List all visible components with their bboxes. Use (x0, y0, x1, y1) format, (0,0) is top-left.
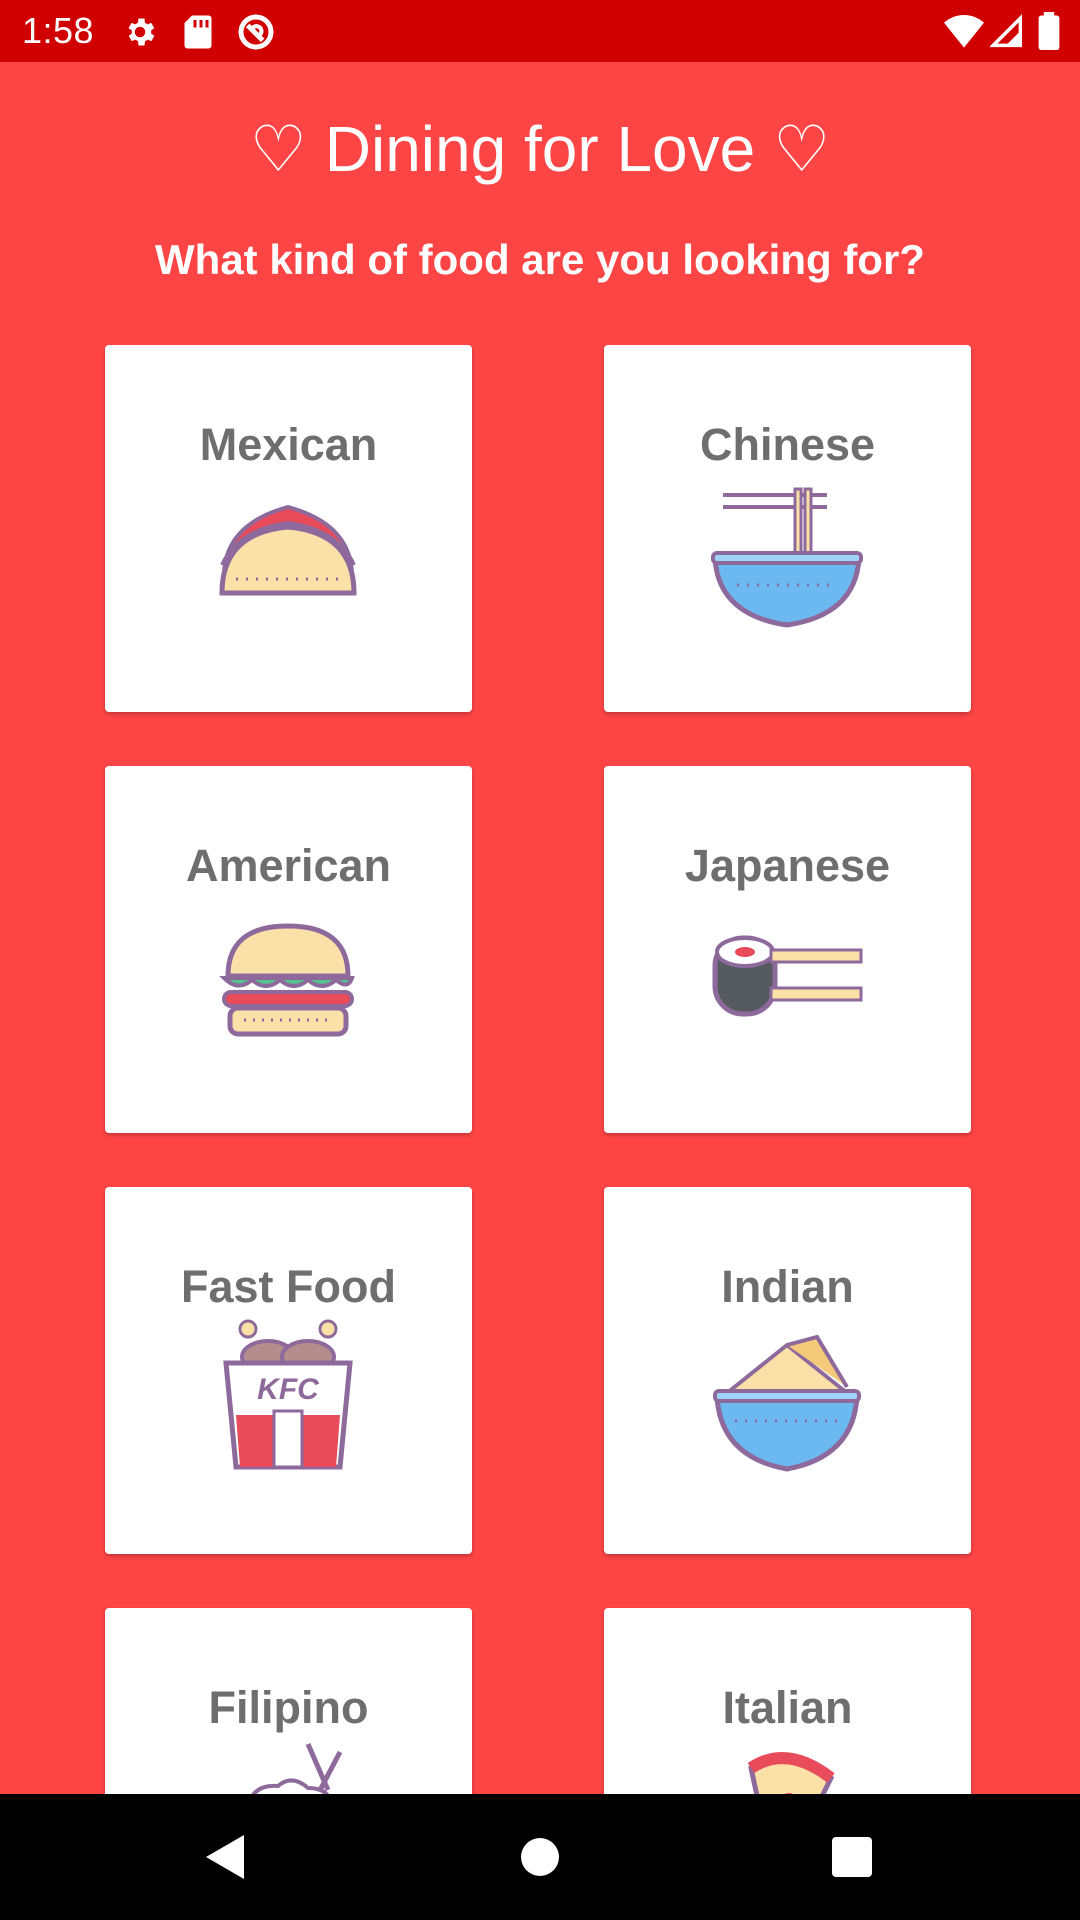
category-label: Mexican (199, 419, 378, 470)
category-label: Japanese (684, 840, 891, 891)
app-title: ♡ Dining for Love ♡ (249, 113, 831, 185)
category-card-japanese[interactable]: Japanese (604, 766, 971, 1133)
rice-bowl-icon (251, 1743, 343, 1794)
taco-icon (219, 504, 357, 596)
pizza-icon (747, 1752, 835, 1794)
category-card-fast-food[interactable]: Fast Food KFC (105, 1187, 472, 1554)
navigation-bar (0, 1794, 1080, 1920)
category-card-american[interactable]: American (105, 766, 472, 1133)
status-time: 1:58 (22, 10, 95, 51)
do-not-disturb-icon (238, 14, 274, 50)
battery-icon (1038, 12, 1060, 50)
category-card-filipino[interactable]: Filipino (105, 1608, 472, 1794)
cell-signal-icon (990, 14, 1022, 48)
curry-bowl-icon (713, 1334, 861, 1472)
fried-chicken-bucket-icon: KFC (223, 1319, 353, 1470)
status-bar: 1:58 (0, 0, 1080, 62)
category-label: Italian (722, 1682, 853, 1733)
sd-card-icon (184, 15, 212, 49)
home-icon[interactable] (510, 1827, 570, 1887)
category-card-indian[interactable]: Indian (604, 1187, 971, 1554)
gear-icon (128, 18, 155, 46)
category-label: Chinese (699, 419, 876, 470)
noodle-bowl-icon (711, 487, 863, 628)
sushi-icon (712, 935, 863, 1017)
burger-icon (219, 923, 355, 1037)
category-label: Indian (721, 1261, 854, 1312)
category-card-mexican[interactable]: Mexican (105, 345, 472, 712)
category-card-chinese[interactable]: Chinese (604, 345, 971, 712)
category-label: American (185, 840, 392, 891)
wifi-icon (944, 15, 984, 48)
category-card-italian[interactable]: Italian (604, 1608, 971, 1794)
kfc-logo-text: KFC (257, 1373, 320, 1406)
back-icon[interactable] (196, 1827, 256, 1887)
category-label: Fast Food (181, 1261, 396, 1312)
category-grid: Mexican Chinese American Japanese Fast F… (0, 345, 1080, 1794)
category-label: Filipino (208, 1682, 369, 1733)
page-subtitle: What kind of food are you looking for? (155, 236, 925, 283)
recents-icon[interactable] (822, 1827, 882, 1887)
